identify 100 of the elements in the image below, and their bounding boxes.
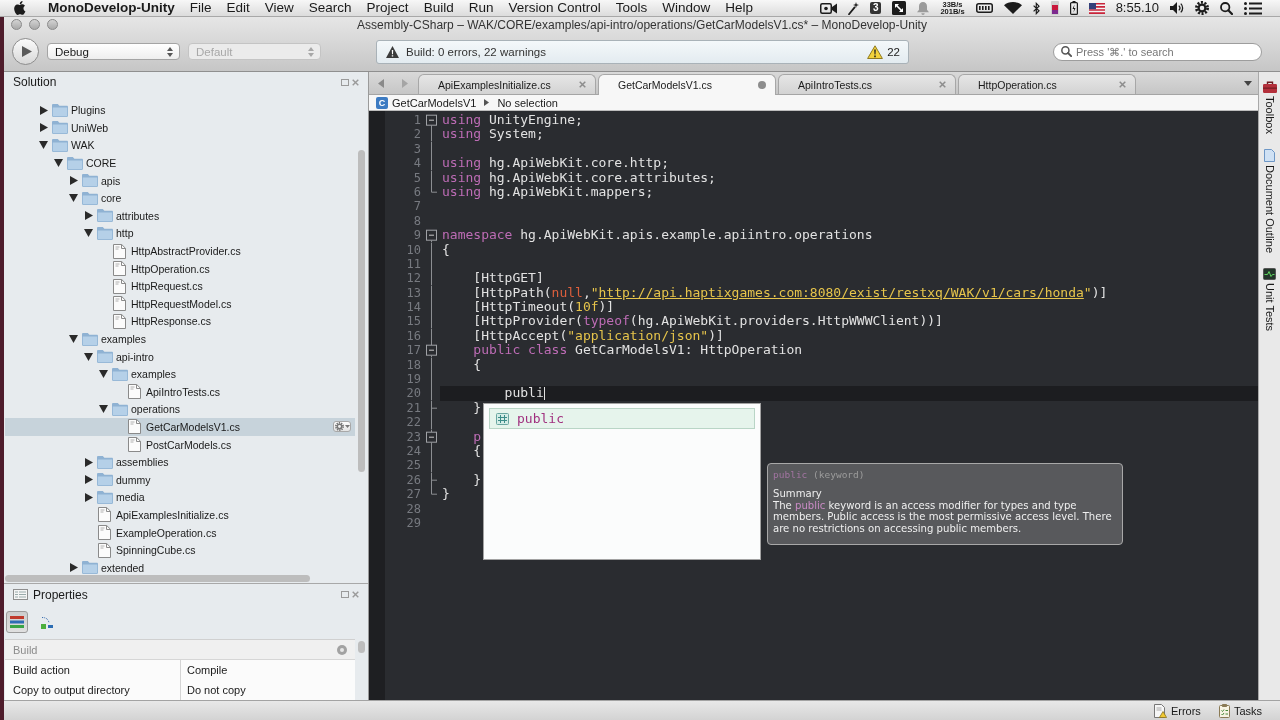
minimize-button[interactable] (29, 19, 40, 30)
menu-clock[interactable]: 8:55.10 (1115, 0, 1159, 16)
minus-box-icon[interactable] (426, 228, 437, 243)
search-icon[interactable] (1220, 1, 1233, 15)
triangle-down-icon[interactable] (84, 352, 93, 361)
menu-item[interactable]: Build (416, 0, 462, 16)
tree-item[interactable]: http (5, 224, 355, 243)
triangle-right-icon[interactable] (84, 211, 93, 221)
menu-item[interactable]: Tools (608, 0, 655, 16)
tree-item[interactable]: core (5, 189, 355, 208)
tree-item[interactable]: HttpAbstractProvider.cs (5, 242, 355, 260)
triangle-down-icon[interactable] (54, 159, 63, 168)
side-tab[interactable]: Unit Tests (1263, 267, 1276, 332)
tree-item[interactable]: examples (5, 330, 355, 348)
editor-tab[interactable]: ApiExamplesInitialize.cs (418, 74, 596, 94)
tree-item[interactable]: apis (5, 171, 355, 190)
tree-item[interactable]: ApiExamplesInitialize.cs (5, 506, 355, 524)
menu-item[interactable]: View (257, 0, 302, 16)
triangle-right-icon[interactable] (39, 105, 48, 115)
category-view-button[interactable] (6, 611, 28, 633)
tree-item[interactable]: ApiIntroTests.cs (5, 383, 355, 401)
tree-item[interactable]: CORE (5, 154, 355, 172)
breadcrumb-item[interactable]: GetCarModelsV1 (392, 96, 477, 109)
tree-item[interactable]: HttpRequestModel.cs (5, 295, 355, 313)
caret-icon[interactable] (1244, 80, 1252, 86)
tree-item[interactable]: operations (5, 400, 355, 419)
zoom-button[interactable] (47, 19, 58, 30)
triangle-down-icon[interactable] (39, 141, 48, 150)
triangle-down-icon[interactable] (84, 229, 93, 238)
minus-box-icon[interactable] (426, 343, 437, 358)
triangle-down-icon[interactable] (99, 405, 108, 414)
vial-icon[interactable] (1050, 1, 1059, 15)
options-button[interactable] (333, 421, 351, 433)
minus-box-icon[interactable] (426, 113, 437, 128)
side-tab[interactable]: Document Outline (1263, 148, 1276, 253)
warning-count[interactable]: 22 (887, 45, 900, 58)
tree-item[interactable]: HttpResponse.cs (5, 312, 355, 331)
close-button[interactable] (11, 19, 22, 30)
tree-item[interactable]: ExampleOperation.cs (5, 523, 355, 542)
video-camera-icon[interactable] (819, 2, 837, 14)
pad-button[interactable]: Errors (1153, 703, 1201, 718)
count-indicator[interactable]: 3 (869, 2, 882, 14)
bluetooth-icon[interactable] (1032, 1, 1040, 15)
app-menu[interactable]: MonoDevelop-Unity (40, 0, 183, 16)
run-button[interactable] (12, 38, 39, 65)
resize-frame-icon[interactable] (892, 1, 907, 15)
horizontal-scrollbar[interactable] (5, 575, 310, 582)
tree-item[interactable]: UniWeb (5, 119, 355, 137)
triangle-down-icon[interactable] (69, 335, 78, 343)
tree-item[interactable]: extended (5, 558, 355, 577)
tree-item[interactable]: attributes (5, 207, 355, 225)
tree-item[interactable]: WAK (5, 136, 355, 155)
editor-tab[interactable]: GetCarModelsV1.cs (598, 74, 776, 95)
property-value[interactable]: Compile (180, 660, 355, 680)
bell-icon[interactable] (917, 1, 930, 15)
apple-icon[interactable] (14, 1, 26, 15)
menu-item[interactable]: Run (461, 0, 501, 16)
tree-item[interactable]: assemblies (5, 453, 355, 471)
triangle-down-icon[interactable] (99, 370, 108, 379)
breadcrumb-item[interactable]: No selection (497, 96, 558, 109)
battery-icon[interactable] (1069, 1, 1078, 15)
triangle-right-icon[interactable] (39, 123, 48, 133)
menu-item[interactable]: Version Control (500, 0, 609, 16)
menu-item[interactable]: Help (717, 0, 761, 16)
triangle-right-icon[interactable] (69, 176, 78, 186)
editor-tab[interactable]: HttpOperation.cs (958, 74, 1136, 94)
menu-item[interactable]: Search (301, 0, 360, 16)
flag-icon[interactable] (1088, 2, 1105, 14)
tree-item[interactable]: HttpRequest.cs (5, 277, 355, 296)
list-icon[interactable] (1244, 1, 1262, 15)
tree-item[interactable]: examples (5, 365, 355, 383)
dot-icon[interactable] (758, 81, 766, 89)
tree-item[interactable]: HttpOperation.cs (5, 259, 355, 278)
configuration-select[interactable]: Debug (47, 43, 180, 60)
triangle-right-icon[interactable] (84, 457, 93, 467)
wifi-icon[interactable] (1003, 2, 1022, 14)
pad-button[interactable]: Tasks (1218, 703, 1262, 718)
tree-item[interactable]: media (5, 488, 355, 507)
tree-item[interactable]: GetCarModelsV1.cs (5, 418, 355, 436)
triangle-right-icon[interactable] (69, 563, 78, 573)
side-tab[interactable]: Toolbox (1262, 81, 1277, 134)
menu-item[interactable]: Edit (219, 0, 258, 16)
tree-item[interactable]: PostCarModels.cs (5, 435, 355, 454)
meter-icon[interactable] (975, 3, 993, 13)
vertical-scrollbar[interactable] (358, 150, 365, 472)
triangle-down-icon[interactable] (69, 194, 78, 203)
completion-item[interactable]: public (489, 408, 755, 429)
tree-item[interactable]: api-intro (5, 347, 355, 366)
vertical-scrollbar[interactable] (358, 641, 365, 653)
minus-box-icon[interactable] (426, 429, 437, 444)
gear-icon[interactable] (1195, 1, 1209, 15)
triangle-right-icon[interactable] (84, 492, 93, 502)
tree-item[interactable]: SpinningCube.cs (5, 541, 355, 559)
search-field[interactable]: Press '⌘.' to search (1053, 42, 1262, 61)
volume-icon[interactable] (1170, 2, 1184, 14)
triangle-right-icon[interactable] (84, 475, 93, 485)
wand-icon[interactable] (847, 1, 859, 15)
menu-item[interactable]: File (182, 0, 219, 16)
editor-tab[interactable]: ApiIntroTests.cs (778, 74, 956, 94)
menu-item[interactable]: Window (654, 0, 718, 16)
